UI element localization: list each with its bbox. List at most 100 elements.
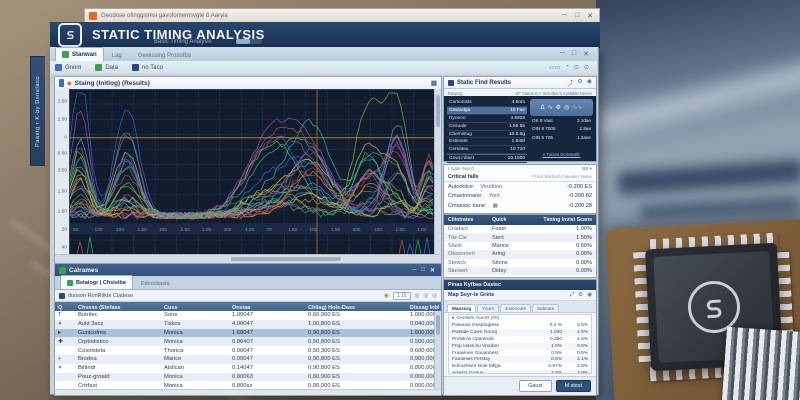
results-row[interactable]: Cersateu 10 710 — [447, 146, 527, 155]
group-label: I Gate Sep 0 — [448, 166, 474, 171]
panel-toggle-icon[interactable]: ▭▭ — [549, 64, 560, 71]
table-footer-strip — [55, 389, 441, 395]
table-row[interactable]: Cosiristeta Thorica 0.00047 0,50,300 ES 0.60… — [55, 346, 435, 355]
column-header[interactable]: Dissag Inbl Dass — [407, 305, 441, 311]
table-cell: 1.68047 — [232, 329, 253, 336]
table-row[interactable]: Pouz-groatd Monica 0.80063 0,60,900 ES 0.000… — [55, 372, 435, 382]
dialog-tab[interactable]: Ysum — [477, 304, 499, 312]
column-header[interactable]: Onsiaa — [229, 305, 305, 311]
list-item[interactable]: Edmurtisen Nost Mfiga 0.87% 2.8% — [449, 363, 591, 370]
tab-protocols[interactable]: Gewissing Prosofba — [130, 53, 199, 61]
column-header[interactable]: Chvess (Stefass — [75, 305, 161, 311]
settings-icon[interactable]: ⚙ — [578, 292, 583, 299]
help-icon[interactable]: ◉ — [587, 292, 592, 299]
minimize-icon[interactable]: ─ — [412, 267, 416, 274]
help-icon[interactable]: ⊙ — [584, 64, 589, 71]
minimize-icon[interactable]: ─ — [562, 12, 567, 20]
table-row[interactable]: ▸ Gunicofres Monica 1.68047 0,90,800 ES 1.600… — [55, 328, 435, 338]
refresh-icon[interactable]: ◉ — [384, 293, 389, 299]
table-row[interactable]: Cradaot Foser 1.00% — [444, 225, 596, 233]
table-row[interactable]: Oksosmerl Aring 0.00% — [444, 250, 596, 259]
dialog-titlebar[interactable]: Pinas Kyfbas Dastec — [444, 280, 596, 290]
expand-icon[interactable]: ⤢ — [570, 292, 574, 299]
next-icon[interactable]: ◎ — [423, 293, 428, 299]
refresh-icon[interactable]: ◔ — [565, 64, 569, 71]
tab-inactive[interactable]: Ednoctiasta — [133, 281, 178, 289]
chart-plot-area[interactable]: 50 100 100 1.50 100 1.50 1.90 200 1.20 70 1.50 100 1… — [68, 88, 436, 256]
results-link[interactable]: A Turans Dcrtc5a6fc — [532, 152, 591, 157]
maximize-icon[interactable]: □ — [575, 12, 579, 20]
list-item[interactable]: Pwstale Cown Gnorg 1.030 1.5% — [449, 328, 591, 336]
list-section-header[interactable]: ▸ Gentlets Giants (08) — [449, 315, 591, 322]
maximize-icon[interactable]: □ — [572, 50, 576, 58]
critical-row[interactable]: Cmastomane: Yont -0.200 82 — [444, 192, 596, 202]
results-row[interactable]: Gawwdga 10 Fae — [447, 106, 527, 115]
table-cell: 0,800sz — [232, 382, 253, 389]
results-row[interactable]: Cartionists 4.5nm — [447, 99, 527, 107]
help-icon[interactable]: ◉ — [587, 78, 592, 87]
toolbar-button-trace[interactable]: no Taco — [127, 64, 168, 71]
list-item[interactable]: Fauseses Ferstay 0.6% 2.1% — [449, 356, 591, 364]
table-row[interactable]: Tile Cle Stert 1.50% — [444, 233, 596, 242]
chart-horizontal-scrollbar[interactable] — [55, 254, 441, 263]
list-item[interactable]: Arresta Gratue 2.8% 2.9% — [449, 370, 591, 373]
export-icon[interactable]: ⤴ — [567, 78, 573, 87]
settings-icon[interactable]: ⚙ — [577, 78, 582, 87]
column-header[interactable]: Q — [55, 305, 75, 311]
column-header[interactable]: Cuss — [161, 305, 229, 311]
results-row[interactable]: Gowrc'diast 10.1500 — [447, 154, 527, 164]
timing-chart[interactable]: 50 100 100 1.50 100 1.50 1.90 200 1.20 70 1.50 100 1… — [68, 88, 436, 256]
results-row[interactable]: Ryneon 4.6928 — [447, 115, 527, 123]
list-item[interactable]: Prositron Cpantrolic 0.250 1.5% — [449, 336, 591, 343]
results-row[interactable]: Cesuale 1.55 5b — [447, 123, 527, 131]
save-button[interactable]: M stest — [555, 380, 591, 392]
list-item[interactable]: Fraavinen Gauanbest 0.5% 0.5% — [449, 350, 591, 357]
tab-lag[interactable]: Lag — [104, 53, 130, 61]
column-header[interactable]: Chliag) Hols-Dass — [305, 305, 407, 311]
toolbar-button-label: no Taco — [142, 64, 163, 71]
results-row[interactable]: Chemistug 10.5.5g — [447, 131, 527, 139]
dialog-tab[interactable]: Jovencore — [499, 304, 532, 312]
minimize-icon[interactable]: ─ — [560, 50, 565, 58]
table-row[interactable]: Stursert Diday 0.00% — [444, 266, 596, 276]
toolbar-button-open[interactable]: Gnom — [50, 64, 86, 71]
pager[interactable]: 1 19 — [392, 291, 411, 300]
tab-active[interactable]: Betaiogr | Chsisiba — [60, 275, 133, 289]
tab-icon — [67, 279, 73, 286]
table-row[interactable]: T Butritec Sone 1.00047 0,60,900 ES 1.000,000… — [55, 311, 435, 320]
close-icon[interactable]: ✕ — [587, 12, 593, 20]
settings-icon[interactable]: ◎ — [432, 293, 437, 299]
results-row[interactable]: Estimate 1.545f — [447, 138, 527, 147]
result-value: 10 710 — [510, 147, 525, 153]
prev-icon[interactable]: ◎ — [415, 293, 420, 299]
table-row[interactable]: ⋄ Auld 3acz Tiskos 4.00047 1,00,800 ES 0,040,… — [55, 319, 435, 329]
tab-active[interactable]: Stanwan — [55, 47, 104, 61]
table-cell: Monica — [164, 382, 183, 389]
table-row[interactable]: Stewck Sitone 0.00% — [444, 259, 596, 267]
item-value-1: 0.2 % — [549, 322, 562, 328]
toolbar-button-data[interactable]: Data — [90, 64, 123, 71]
dialog-tab[interactable]: Salmare — [532, 304, 560, 312]
table-row[interactable]: Slack Marice 0.60% — [444, 242, 596, 250]
table-row[interactable]: ⋄ Biltindr Alslican 0,14047 0,90,800 ES 0.800… — [55, 364, 435, 373]
list-item[interactable]: Pasausa Gesptogtese 0.2 % 0.5% — [449, 322, 591, 329]
panel-menu-icon[interactable]: ▦ — [431, 79, 437, 87]
results-tool-icons[interactable]: Δ ∿ ⚙ ◎ ∿∿ — [530, 99, 593, 116]
settings-icon[interactable]: ⊙ — [574, 64, 579, 71]
table-cell: 0,90,800 ES — [308, 365, 340, 372]
critical-row[interactable]: Autodolce: Virutition -0.200 ES — [444, 182, 596, 192]
maximize-icon[interactable]: □ — [421, 267, 425, 274]
docked-side-tab[interactable]: Paastg r K-by Dxnelaso — [30, 56, 45, 166]
chart-vertical-scrollbar[interactable] — [434, 89, 441, 255]
results-panel-header: Static Find Results ⤴ ⚙ ◉ — [444, 77, 596, 89]
table-row[interactable]: + Brodea Marice 0.00047 0,90,800 ES 0.900,000… — [55, 354, 435, 364]
collapse-control[interactable]: BB ▾ — [582, 166, 592, 172]
table-row[interactable]: ✚ Crptodistico Monica 0.80407 0,50,800 ES 0.5… — [55, 337, 435, 347]
close-icon[interactable]: ✕ — [583, 50, 589, 58]
list-item[interactable]: Frop Hass bu Vroubm 1.5% 0.5% — [449, 342, 591, 350]
close-icon[interactable]: ✕ — [430, 267, 435, 274]
table-vertical-scrollbar[interactable] — [434, 311, 441, 390]
dialog-tab[interactable]: Mansurg — [447, 304, 477, 312]
critical-row[interactable]: Cmasssc bane: ▦ -0.200 28 — [444, 201, 596, 211]
cancel-button[interactable]: Gaust — [519, 380, 552, 392]
